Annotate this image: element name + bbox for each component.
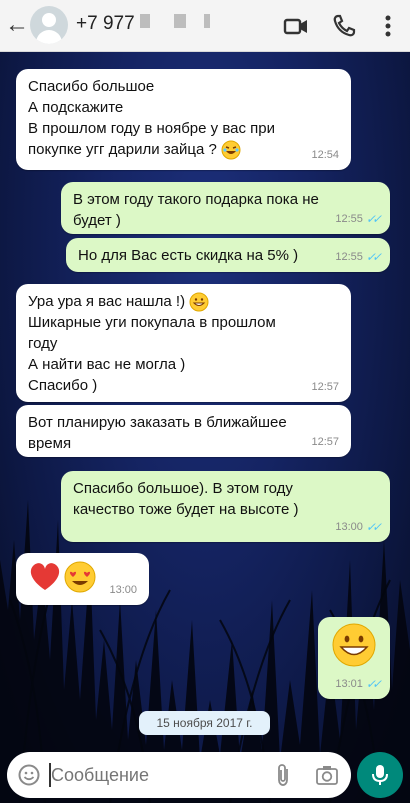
chat-header: ← +7 977: [0, 0, 410, 52]
read-ticks-icon: ✓✓: [365, 677, 382, 691]
message-time: 13:00: [109, 584, 137, 596]
camera-icon[interactable]: [315, 764, 339, 786]
read-ticks-icon: ✓✓: [365, 212, 382, 226]
message-time: 12:57: [311, 381, 339, 393]
message-input[interactable]: [51, 762, 251, 788]
back-button[interactable]: ←: [4, 10, 30, 40]
message-outgoing[interactable]: Но для Вас есть скидка на 5% ) 12:55 ✓✓: [66, 238, 390, 272]
message-composer[interactable]: [7, 752, 351, 798]
video-call-icon[interactable]: [282, 12, 310, 40]
message-text: В этом году такого подарка пока не будет…: [73, 191, 319, 229]
contact-name[interactable]: +7 977: [76, 13, 135, 35]
message-outgoing[interactable]: В этом году такого подарка пока не будет…: [61, 182, 390, 234]
more-vertical-icon[interactable]: [374, 12, 402, 40]
message-incoming[interactable]: Спасибо большое А подскажите В прошлом г…: [16, 69, 351, 170]
message-time: 12:57: [311, 436, 339, 448]
message-time: 12:55 ✓✓: [335, 209, 382, 230]
message-text: Но для Вас есть скидка на 5% ): [78, 247, 299, 264]
message-outgoing[interactable]: Спасибо большое). В этом году качество т…: [61, 471, 390, 542]
microphone-icon: [372, 765, 388, 785]
message-time: 13:01 ✓✓: [335, 674, 382, 695]
big-grin-emoji: [332, 623, 376, 667]
message-time: 12:54: [311, 149, 339, 161]
message-incoming[interactable]: Ура ура я вас нашла !) Шикарные уги поку…: [16, 284, 351, 402]
emoji-icon[interactable]: [18, 764, 40, 786]
message-text: Ура ура я вас нашла !): [28, 293, 186, 310]
message-text: Шикарные уги покупала в прошлом году А н…: [28, 314, 276, 395]
message-text: Спасибо большое). В этом году качество т…: [73, 480, 299, 518]
grinning-emoji: [189, 292, 209, 312]
read-ticks-icon: ✓✓: [365, 520, 382, 534]
redacted-number: [204, 14, 210, 28]
message-text: Вот планирую заказать в ближайшее время: [28, 414, 287, 452]
message-outgoing[interactable]: 13:01 ✓✓: [318, 617, 390, 699]
message-time: 13:00 ✓✓: [335, 517, 382, 538]
microphone-button[interactable]: [357, 752, 403, 798]
paperclip-icon[interactable]: [273, 763, 295, 787]
avatar[interactable]: [30, 6, 68, 44]
laughing-emoji: [221, 140, 241, 160]
redacted-number: [174, 14, 186, 28]
message-time: 12:55 ✓✓: [335, 247, 382, 268]
read-ticks-icon: ✓✓: [365, 250, 382, 264]
message-incoming[interactable]: 13:00: [16, 553, 149, 605]
message-incoming[interactable]: Вот планирую заказать в ближайшее время …: [16, 405, 351, 457]
arrow-left-icon: ←: [5, 11, 29, 38]
date-divider: 15 ноября 2017 г.: [139, 711, 270, 735]
phone-icon[interactable]: [330, 12, 358, 40]
redacted-number: [140, 14, 150, 28]
heart-and-heart-eyes-emoji: [30, 561, 96, 593]
